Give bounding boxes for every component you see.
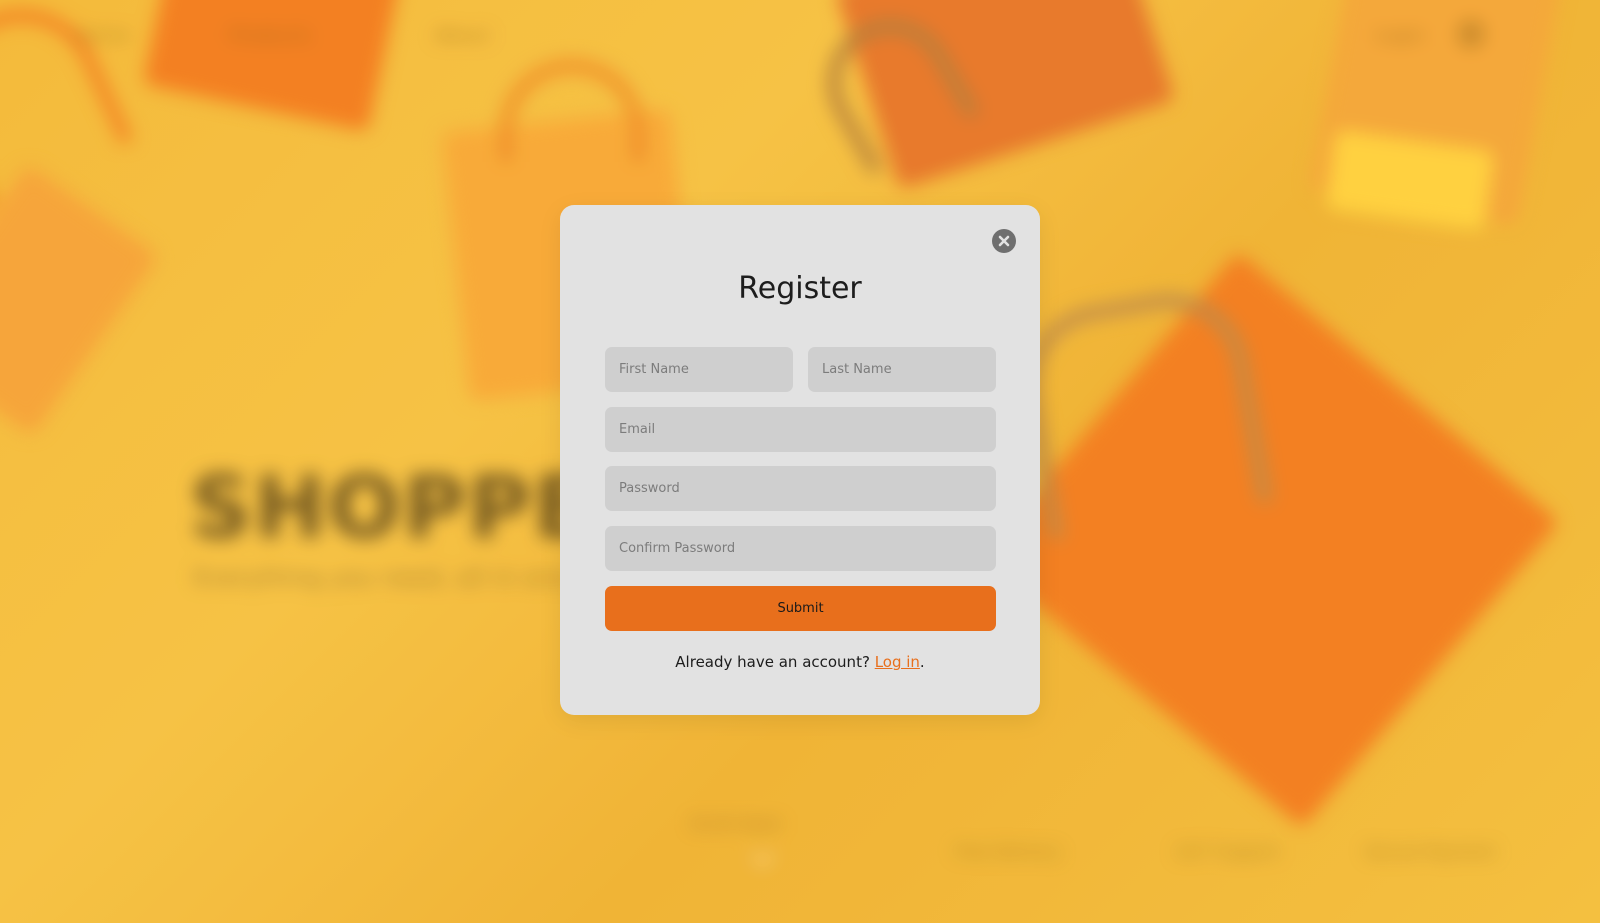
login-prompt-text: Already have an account? — [675, 653, 875, 671]
confirm-password-field[interactable] — [605, 526, 996, 571]
password-field[interactable] — [605, 466, 996, 511]
close-button[interactable] — [992, 229, 1016, 253]
last-name-field[interactable] — [808, 347, 996, 392]
modal-title: Register — [738, 271, 862, 306]
login-prompt: Already have an account? Log in. — [560, 653, 1040, 671]
login-link[interactable]: Log in — [875, 653, 920, 671]
email-field[interactable] — [605, 407, 996, 452]
register-modal: Register Submit Already have an account?… — [560, 205, 1040, 715]
submit-button[interactable]: Submit — [605, 586, 996, 631]
close-icon — [998, 235, 1010, 247]
first-name-field[interactable] — [605, 347, 793, 392]
login-suffix: . — [919, 653, 925, 671]
page-stage: Home Products About Login SHOPPER Everyt… — [0, 0, 1600, 923]
